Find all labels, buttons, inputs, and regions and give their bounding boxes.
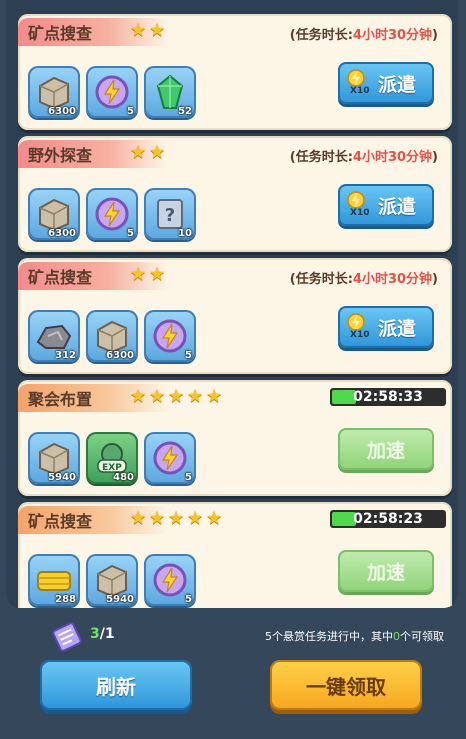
reward-count: 5 [127, 106, 134, 117]
mission-card: 矿点搜查 ★ ★ (任务时长:4小时30分钟) 6300 5 52 X10 派遣 [18, 14, 452, 130]
reward-count: 6300 [48, 228, 76, 239]
star-icon: ★ [130, 386, 147, 407]
reward-slot[interactable]: 5 [86, 66, 138, 118]
reward-slot[interactable]: 5 [86, 188, 138, 240]
reward-count: 6300 [106, 350, 134, 361]
reward-count: 5 [127, 228, 134, 239]
mission-card: 矿点搜查 ★ ★ ★ ★ ★ 02:58:23 288 5940 5 加速 [18, 502, 452, 608]
mission-duration: (任务时长:4小时30分钟) [289, 150, 438, 165]
star-icon: ★ [130, 142, 147, 163]
energy-icon [153, 563, 187, 597]
star-icon: ★ [168, 508, 185, 529]
reward-count: 6300 [48, 106, 76, 117]
timer-text: 02:58:23 [353, 511, 423, 527]
reward-slot[interactable]: 5940 [28, 432, 80, 484]
dispatch-label: 派遣 [377, 195, 416, 218]
star-icon: ★ [149, 264, 166, 285]
speedup-token-icon: X10 [346, 68, 369, 96]
star-rating: ★ ★ ★ ★ ★ [130, 510, 224, 528]
reward-count: 288 [55, 594, 76, 605]
star-icon: ★ [149, 386, 166, 407]
mission-list[interactable]: 矿点搜查 ★ ★ (任务时长:4小时30分钟) 6300 5 52 X10 派遣 … [6, 0, 458, 608]
speedup-button[interactable]: 加速 [338, 428, 434, 470]
reward-count: 52 [178, 106, 192, 117]
reward-slot[interactable]: 6300 [28, 66, 80, 118]
speedup-token-icon: X10 [346, 190, 369, 218]
reward-slot[interactable]: ? 10 [144, 188, 196, 240]
reward-slot[interactable]: 52 [144, 66, 196, 118]
reward-count: 5 [185, 594, 192, 605]
mission-card: 矿点搜查 ★ ★ (任务时长:4小时30分钟) 312 6300 5 X10 派遣 [18, 258, 452, 374]
mission-duration: (任务时长:4小时30分钟) [289, 272, 438, 287]
star-icon: ★ [168, 386, 185, 407]
claim-all-button[interactable]: 一键领取 [270, 660, 422, 710]
dispatch-label: 派遣 [377, 317, 416, 340]
reward-slot[interactable]: 312 [28, 310, 80, 362]
reward-count: 5940 [106, 594, 134, 605]
reward-slot[interactable]: 5 [144, 554, 196, 606]
star-icon: ★ [149, 508, 166, 529]
star-icon: ★ [206, 386, 223, 407]
reward-count: 5940 [48, 472, 76, 483]
reward-slot[interactable]: EXP 480 [86, 432, 138, 484]
mission-card: 聚会布置 ★ ★ ★ ★ ★ 02:58:33 5940 EXP 480 5 加速 [18, 380, 452, 496]
star-icon: ★ [130, 508, 147, 529]
reward-slot[interactable]: 6300 [86, 310, 138, 362]
speedup-token-icon: X10 [346, 312, 369, 340]
reward-slot[interactable]: 5 [144, 310, 196, 362]
star-icon: ★ [149, 20, 166, 41]
reward-slot[interactable]: 288 [28, 554, 80, 606]
timer-text: 02:58:33 [353, 389, 423, 405]
reward-slot[interactable]: 6300 [28, 188, 80, 240]
reward-count: 5 [185, 472, 192, 483]
star-rating: ★ ★ ★ ★ ★ [130, 388, 224, 406]
star-rating: ★ ★ [130, 22, 167, 40]
svg-text:?: ? [165, 205, 175, 226]
ticket-count: 3/1 [90, 626, 115, 642]
star-icon: ★ [130, 20, 147, 41]
bounty-ticket-icon [50, 620, 84, 658]
bounty-status-text: 5个悬赏任务进行中，其中0个可领取 [265, 630, 444, 643]
star-icon: ★ [130, 264, 147, 285]
mission-card: 野外探查 ★ ★ (任务时长:4小时30分钟) 6300 5 ? 10 X10 派… [18, 136, 452, 252]
refresh-button[interactable]: 刷新 [40, 660, 192, 710]
star-rating: ★ ★ [130, 144, 167, 162]
dispatch-button[interactable]: X10 派遣 [338, 62, 434, 104]
dispatch-button[interactable]: X10 派遣 [338, 184, 434, 226]
star-icon: ★ [187, 386, 204, 407]
dispatch-button[interactable]: X10 派遣 [338, 306, 434, 348]
reward-count: 10 [178, 228, 192, 239]
star-icon: ★ [187, 508, 204, 529]
reward-count: 5 [185, 350, 192, 361]
reward-slot[interactable]: 5940 [86, 554, 138, 606]
mission-duration: (任务时长:4小时30分钟) [289, 28, 438, 43]
energy-icon [153, 441, 187, 475]
speedup-button[interactable]: 加速 [338, 550, 434, 592]
countdown-timer: 02:58:23 [330, 510, 446, 528]
energy-icon [95, 197, 129, 231]
reward-slot[interactable]: 5 [144, 432, 196, 484]
reward-count: 312 [55, 350, 76, 361]
dispatch-label: 派遣 [377, 73, 416, 96]
reward-count: 480 [113, 472, 134, 483]
energy-icon [95, 75, 129, 109]
countdown-timer: 02:58:33 [330, 388, 446, 406]
star-icon: ★ [206, 508, 223, 529]
star-rating: ★ ★ [130, 266, 167, 284]
star-icon: ★ [149, 142, 166, 163]
energy-icon [153, 319, 187, 353]
